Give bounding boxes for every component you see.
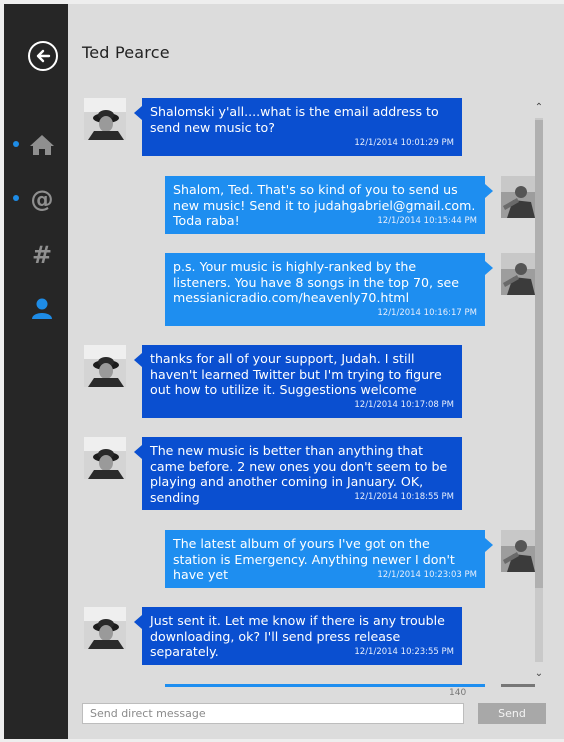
unread-dot <box>13 195 19 201</box>
message-text: thanks for all of your support, Judah. I… <box>150 351 442 397</box>
message-bubble-incoming[interactable]: Just sent it. Let me know if there is an… <box>142 607 462 665</box>
avatar-photo-ted <box>84 437 126 479</box>
bubble-tail <box>485 261 493 275</box>
scroll-up-arrow-icon[interactable]: ⌃ <box>532 102 546 114</box>
avatar-ted[interactable] <box>84 437 126 479</box>
message-bubble-outgoing[interactable]: The latest album of yours I've got on th… <box>165 530 485 588</box>
message-bubble-incoming[interactable]: Shalomski y'all....what is the email add… <box>142 98 462 156</box>
avatar-ted[interactable] <box>84 98 126 140</box>
message-bubble-incoming[interactable]: The new music is better than anything th… <box>142 437 462 510</box>
message-bubble-outgoing[interactable]: p.s. Your music is highly-ranked by the … <box>165 253 485 326</box>
nav-profile[interactable] <box>4 289 68 329</box>
message-timestamp: 12/1/2014 10:18:55 PM <box>354 491 454 502</box>
avatar-photo-judah <box>501 176 535 218</box>
message-scrollbar[interactable]: ⌃ ⌄ <box>532 102 546 680</box>
bubble-tail <box>134 615 142 629</box>
avatar-ted[interactable] <box>84 345 126 387</box>
message-timestamp: 12/1/2014 10:17:08 PM <box>354 399 454 410</box>
character-count: 140 <box>449 688 467 698</box>
at-icon: @ <box>31 187 54 211</box>
avatar-ted[interactable] <box>84 607 126 649</box>
nav-home[interactable] <box>4 125 68 165</box>
home-icon <box>30 135 54 155</box>
send-button[interactable]: Send <box>478 703 546 724</box>
message-bubble-outgoing[interactable]: Shalom, Ted. That's so kind of you to se… <box>165 176 485 234</box>
user-icon <box>32 298 52 319</box>
bubble-tail <box>134 106 142 120</box>
window-frame-top <box>0 0 564 4</box>
bubble-tail <box>485 184 493 198</box>
hash-icon: # <box>32 242 52 266</box>
nav-mentions[interactable]: @ <box>4 179 68 219</box>
bubble-tail <box>134 445 142 459</box>
conversation-title: Ted Pearce <box>82 43 170 62</box>
sidebar: @ # <box>4 4 68 739</box>
avatar-photo-ted <box>84 98 126 140</box>
back-arrow-icon <box>36 49 51 63</box>
avatar-photo-ted <box>84 607 126 649</box>
nav-hashtags[interactable]: # <box>4 234 68 274</box>
back-button[interactable] <box>28 41 58 71</box>
svg-text:@: @ <box>31 187 54 211</box>
bubble-tail <box>134 353 142 367</box>
message-timestamp: 12/1/2014 10:23:55 PM <box>354 646 454 657</box>
avatar-judah[interactable] <box>501 253 535 295</box>
avatar-photo-ted <box>84 345 126 387</box>
bubble-tail <box>485 538 493 552</box>
avatar-judah-partial <box>501 684 535 687</box>
avatar-judah[interactable] <box>501 176 535 218</box>
message-text: p.s. Your music is highly-ranked by the … <box>173 259 460 305</box>
avatar-photo-judah <box>501 530 535 572</box>
message-timestamp: 12/1/2014 10:23:03 PM <box>377 569 477 580</box>
avatar-photo-judah <box>501 253 535 295</box>
unread-dot <box>13 141 19 147</box>
scroll-thumb[interactable] <box>535 120 543 588</box>
avatar-judah[interactable] <box>501 530 535 572</box>
message-bubble-outgoing-partial[interactable] <box>165 684 485 687</box>
message-timestamp: 12/1/2014 10:16:17 PM <box>377 307 477 318</box>
message-timestamp: 12/1/2014 10:15:44 PM <box>377 215 477 226</box>
message-bubble-incoming[interactable]: thanks for all of your support, Judah. I… <box>142 345 462 418</box>
message-timestamp: 12/1/2014 10:01:29 PM <box>354 137 454 148</box>
message-text: Shalomski y'all....what is the email add… <box>150 104 439 135</box>
scroll-down-arrow-icon[interactable]: ⌄ <box>532 668 546 680</box>
svg-text:#: # <box>32 242 52 266</box>
direct-message-input[interactable] <box>82 703 464 724</box>
